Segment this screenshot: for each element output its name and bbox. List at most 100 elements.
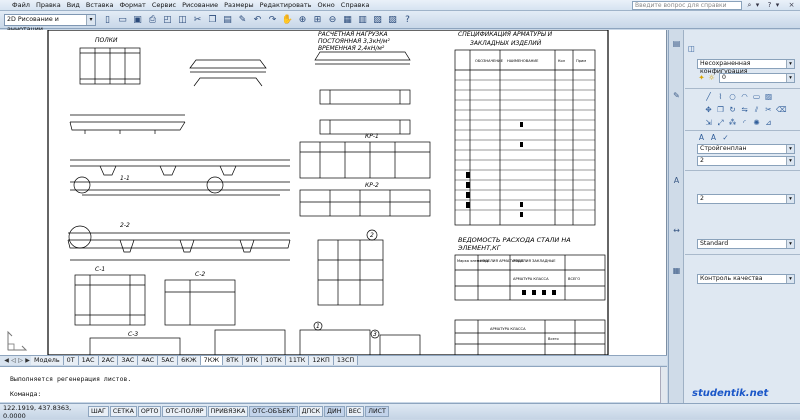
menu-edit[interactable]: Правка — [33, 0, 64, 11]
polar-button[interactable]: ОТС-ПОЛЯР — [162, 406, 207, 417]
drawing-canvas[interactable]: ПОЛКИ 1-1 2-2 С-1 С-2 С-3 КР-1 КР-2 2 1 … — [0, 30, 667, 355]
text-height-select[interactable]: 2 ▾ — [697, 156, 795, 166]
menu-window[interactable]: Окно — [315, 0, 338, 11]
dyn-button[interactable]: ДИН — [324, 406, 345, 417]
dim-style-select[interactable]: Standard ▾ — [697, 239, 795, 249]
chevron-down-icon[interactable]: ▾ — [753, 1, 762, 10]
save-icon[interactable]: ▣ — [131, 13, 144, 26]
properties-icon[interactable]: ▦ — [341, 13, 354, 26]
last-tab-arrow-icon[interactable]: ▶ — [24, 357, 31, 365]
erase-icon[interactable]: ⌫ — [776, 105, 787, 114]
zoom-icon[interactable]: ⊕ — [296, 13, 309, 26]
tab-7kzh[interactable]: 7КЖ — [200, 356, 224, 365]
text-style-select[interactable]: Стройгенплан ▾ — [697, 144, 795, 154]
trim-icon[interactable]: ✂ — [764, 105, 773, 114]
copy-icon[interactable]: ❐ — [716, 105, 725, 114]
mtext-icon[interactable]: A — [709, 133, 718, 142]
tab-6kzh[interactable]: 6КЖ — [178, 356, 201, 365]
explode-icon[interactable]: ✺ — [752, 118, 761, 127]
layer-select[interactable]: 0 ▾ — [719, 73, 795, 83]
menu-modify[interactable]: Редактировать — [257, 0, 315, 11]
table-icon[interactable]: ▦ — [671, 265, 682, 276]
next-tab-arrow-icon[interactable]: ▷ — [17, 357, 24, 365]
tab-9tk[interactable]: 9ТК — [242, 356, 263, 365]
measure-icon[interactable]: ⊿ — [764, 118, 773, 127]
tab-0t[interactable]: 0Т — [63, 356, 79, 365]
mirror-icon[interactable]: ⇋ — [740, 105, 749, 114]
ducs-button[interactable]: ДПСК — [298, 406, 324, 417]
dim-scale-select[interactable]: 2 ▾ — [697, 194, 795, 204]
menu-view[interactable]: Вид — [64, 0, 83, 11]
lwt-button[interactable]: ВЕС — [345, 406, 365, 417]
copy-icon[interactable]: ❐ — [206, 13, 219, 26]
osnap-button[interactable]: ПРИВЯЗКА — [207, 406, 249, 417]
visual-style-select[interactable]: Несохраненная конфигурация ▾ — [697, 59, 795, 75]
help-search-input[interactable]: Введите вопрос для справки — [632, 1, 742, 10]
help-icon[interactable]: ? — [401, 13, 414, 26]
rectangle-icon[interactable]: ▭ — [752, 92, 761, 101]
redo-icon[interactable]: ↷ — [266, 13, 279, 26]
offset-icon[interactable]: ⫽ — [752, 105, 761, 114]
circle-icon[interactable]: ○ — [728, 92, 737, 101]
ortho-button[interactable]: ОРТО — [137, 406, 162, 417]
match-properties-icon[interactable]: ✎ — [236, 13, 249, 26]
move-icon[interactable]: ✥ — [704, 105, 713, 114]
menu-tools[interactable]: Сервис — [149, 0, 179, 11]
paste-icon[interactable]: ▤ — [221, 13, 234, 26]
command-window[interactable]: Выполняется регенерация листов. Команда: — [0, 366, 667, 403]
paper-button[interactable]: ЛИСТ — [365, 406, 389, 417]
tab-11tk[interactable]: 11ТК — [285, 356, 310, 365]
tab-10tk[interactable]: 10ТК — [262, 356, 286, 365]
stretch-icon[interactable]: ⇲ — [704, 118, 713, 127]
zoom-previous-icon[interactable]: ⊖ — [326, 13, 339, 26]
tab-13sp[interactable]: 13СП — [333, 356, 359, 365]
tab-3as[interactable]: 3АС — [118, 356, 139, 365]
design-center-icon[interactable]: ▥ — [356, 13, 369, 26]
arc-icon[interactable]: ◠ — [740, 92, 749, 101]
print-icon[interactable]: ⎙ — [146, 13, 159, 26]
tab-4as[interactable]: 4АС — [138, 356, 159, 365]
tool-palettes-icon[interactable]: ▧ — [371, 13, 384, 26]
grid-button[interactable]: СЕТКА — [109, 406, 137, 417]
spell-check-icon[interactable]: ✓ — [721, 133, 730, 142]
undo-icon[interactable]: ↶ — [251, 13, 264, 26]
menu-dimension[interactable]: Размеры — [221, 0, 257, 11]
first-tab-arrow-icon[interactable]: ◀ — [3, 357, 10, 365]
otrack-button[interactable]: ОТС-ОБЪЕКТ — [249, 406, 298, 417]
publish-icon[interactable]: ◫ — [176, 13, 189, 26]
preview-icon[interactable]: ◰ — [161, 13, 174, 26]
scale-icon[interactable]: ⤢ — [716, 118, 725, 127]
menu-format[interactable]: Формат — [116, 0, 148, 11]
rotate-icon[interactable]: ↻ — [728, 105, 737, 114]
tab-2as[interactable]: 2АС — [98, 356, 119, 365]
cut-icon[interactable]: ✂ — [191, 13, 204, 26]
command-prompt[interactable]: Команда: — [10, 390, 41, 398]
line-icon[interactable]: ╱ — [704, 92, 713, 101]
array-icon[interactable]: ⁂ — [728, 118, 737, 127]
tab-12kp[interactable]: 12КП — [309, 356, 334, 365]
dimension-icon[interactable]: ↔ — [671, 225, 682, 236]
menu-draw[interactable]: Рисование — [179, 0, 221, 11]
layers-icon[interactable]: ▤ — [671, 38, 682, 49]
text-icon[interactable]: A — [671, 175, 682, 186]
prev-tab-arrow-icon[interactable]: ◁ — [10, 357, 17, 365]
close-icon[interactable]: × — [787, 1, 796, 10]
open-icon[interactable]: ▭ — [116, 13, 129, 26]
zoom-window-icon[interactable]: ⊞ — [311, 13, 324, 26]
calculator-icon[interactable]: ▨ — [386, 13, 399, 26]
new-icon[interactable]: ▯ — [101, 13, 114, 26]
hatch-icon[interactable]: ▨ — [764, 92, 773, 101]
menu-file[interactable]: Файл — [0, 0, 33, 11]
pan-icon[interactable]: ✋ — [281, 13, 294, 26]
tab-1as[interactable]: 1АС — [78, 356, 99, 365]
menu-help[interactable]: Справка — [338, 0, 373, 11]
tab-model[interactable]: Модель — [31, 356, 64, 365]
layer-manager-icon[interactable]: ◫ — [687, 44, 696, 53]
menu-insert[interactable]: Вставка — [83, 0, 117, 11]
polyline-icon[interactable]: ⌇ — [716, 92, 725, 101]
command-scrollbar[interactable] — [660, 367, 667, 403]
snap-button[interactable]: ШАГ — [88, 406, 109, 417]
chevron-down-icon[interactable]: ▾ — [773, 1, 782, 10]
tab-8tk[interactable]: 8ТК — [223, 356, 243, 365]
draw-icon[interactable]: ✎ — [671, 90, 682, 101]
